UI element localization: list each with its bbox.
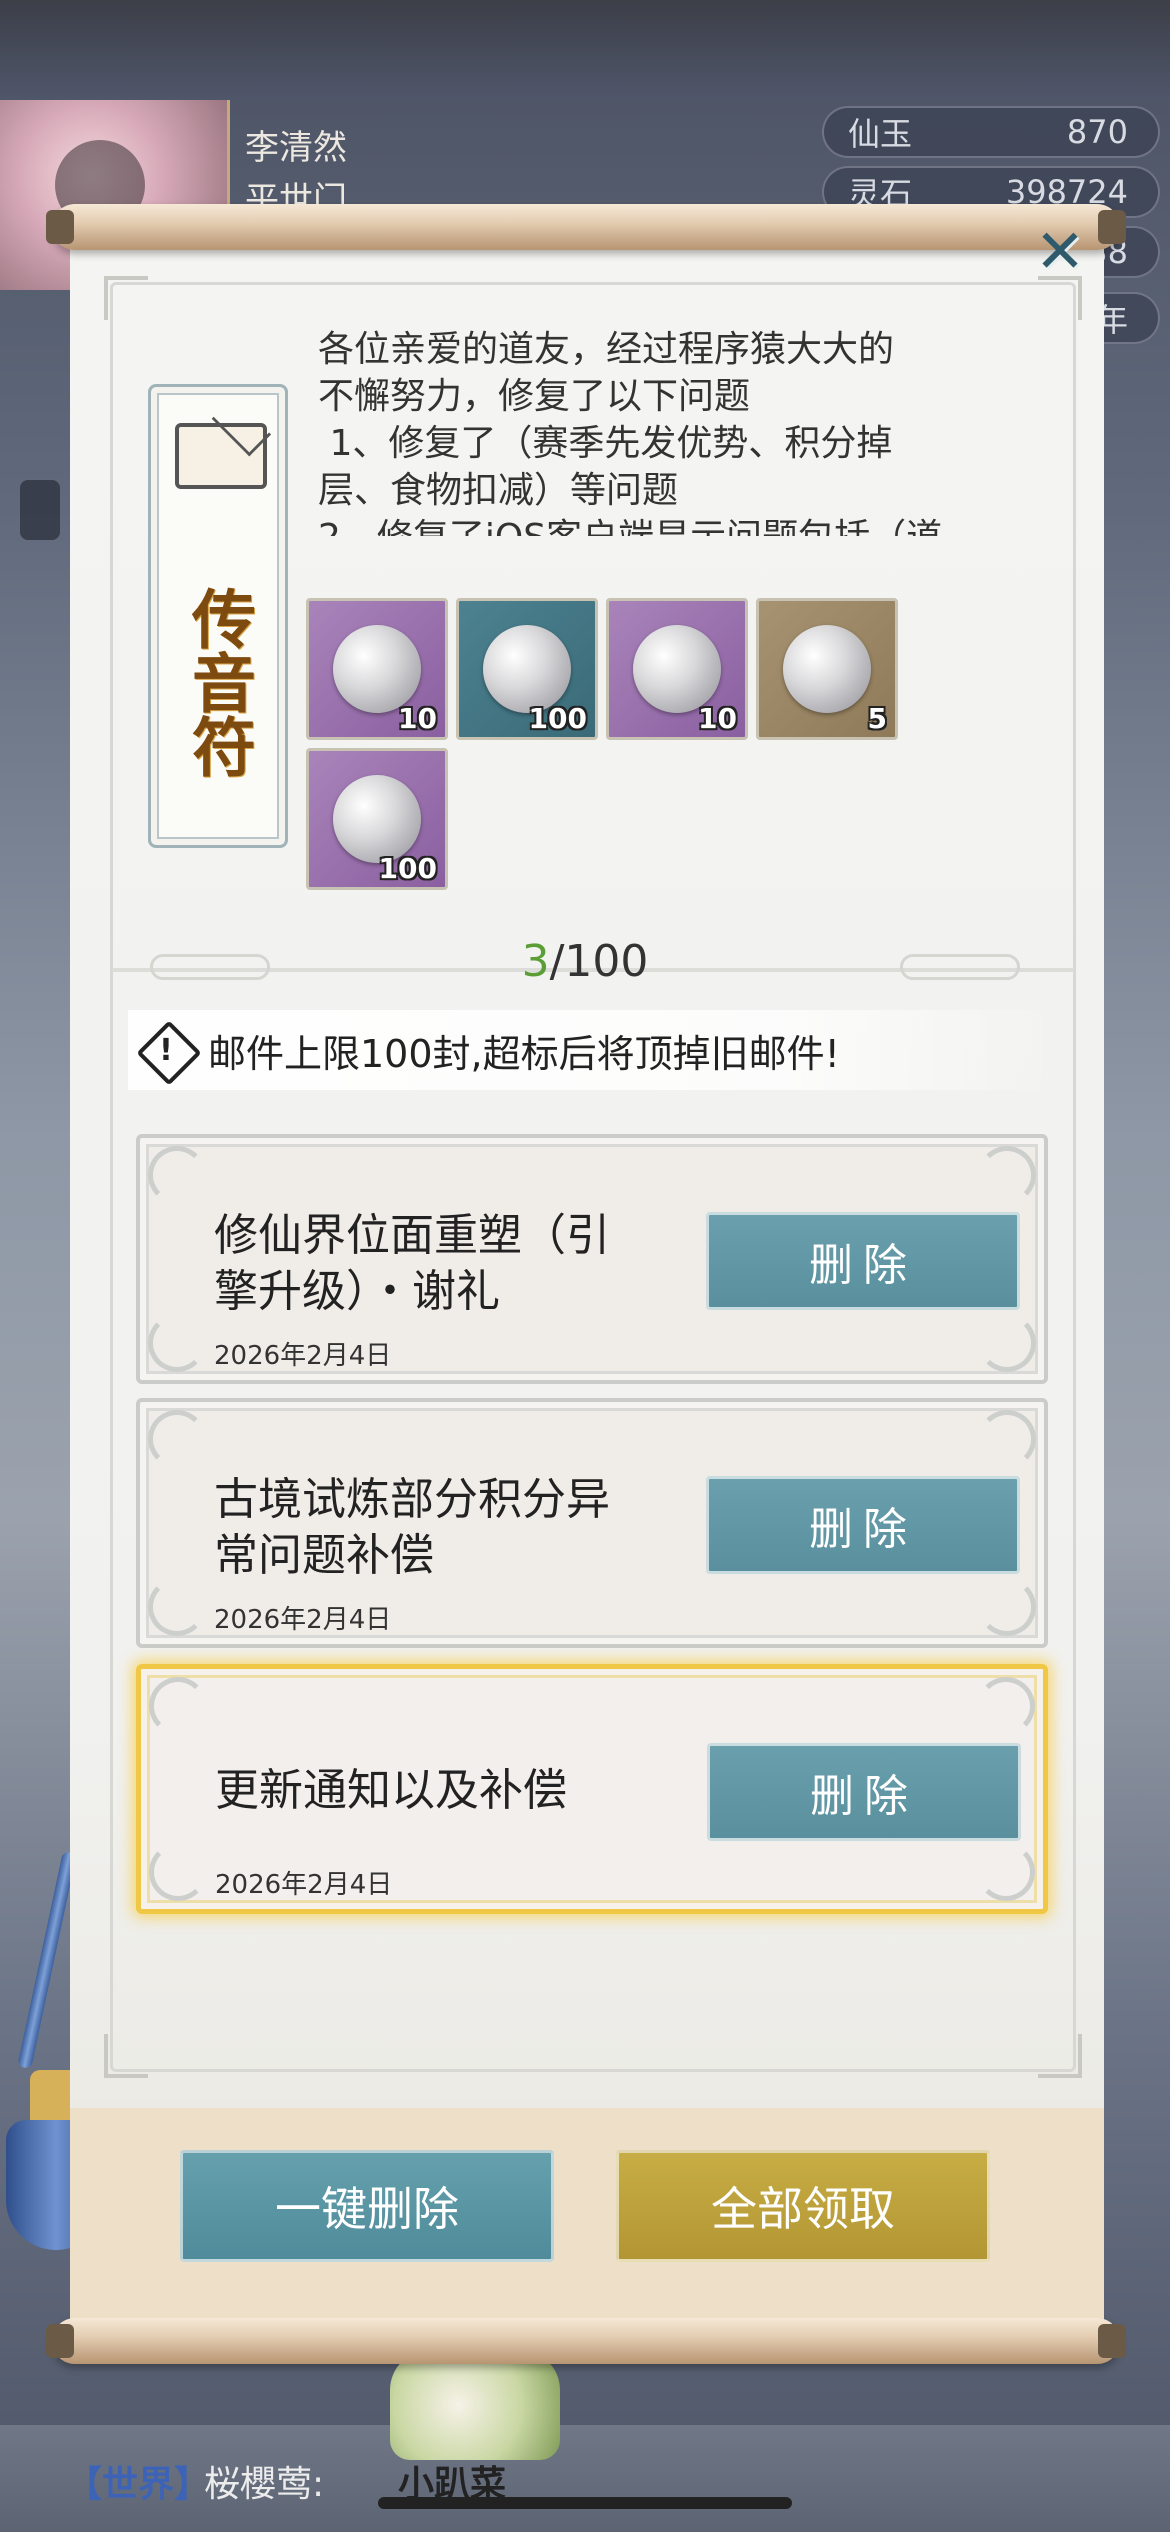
delete-mail-button[interactable]: 删除	[706, 1212, 1020, 1310]
mail-count: 3/100	[0, 936, 1170, 987]
resource-label: 仙玉	[848, 115, 913, 153]
mail-title: 修仙界位面重塑（引擎升级）・谢礼	[214, 1210, 610, 1317]
item-quantity: 10	[698, 702, 737, 735]
mail-list-item[interactable]: 修仙界位面重塑（引擎升级）・谢礼 2026年2月4日 删除	[136, 1134, 1048, 1384]
mail-body-text[interactable]: 各位亲爱的道友，经过程序猿大大的 不懈努力，修复了以下问题 1、修复了（赛季先发…	[318, 326, 1018, 536]
hourglass-icon	[783, 625, 871, 713]
mail-date: 2026年2月4日	[214, 1605, 392, 1635]
silver-wing-emblem-icon	[483, 625, 571, 713]
mail-list-item-selected[interactable]: 更新通知以及补偿 2026年2月4日 删除	[136, 1664, 1048, 1914]
item-quantity: 10	[398, 702, 437, 735]
attachment-item[interactable]: 10	[606, 598, 748, 740]
item-quantity: 5	[867, 702, 887, 735]
talisman-label: 传音符	[181, 586, 256, 778]
mail-count-max: /100	[549, 936, 649, 987]
talisman-card: 传音符	[148, 384, 288, 848]
delete-mail-button[interactable]: 删除	[707, 1743, 1021, 1841]
close-button[interactable]: ✕	[1028, 220, 1092, 284]
mail-title: 更新通知以及补偿	[215, 1765, 567, 1816]
top-background	[0, 0, 1170, 100]
warning-text: 邮件上限100封,超标后将顶掉旧邮件!	[208, 1031, 840, 1076]
resource-xianyu[interactable]: 仙玉 870	[822, 106, 1160, 158]
chat-username[interactable]: 桜櫻莺:	[204, 2455, 324, 2507]
item-quantity: 100	[528, 702, 587, 735]
player-name: 李清然	[245, 128, 347, 168]
silver-pendant-icon	[633, 625, 721, 713]
scroll-top-rod	[46, 204, 1126, 250]
frame-corner	[104, 2034, 148, 2078]
mail-date: 2026年2月4日	[215, 1870, 393, 1900]
frame-corner	[1038, 2034, 1082, 2078]
mail-date: 2026年2月4日	[214, 1341, 392, 1371]
attachment-item[interactable]: 100	[456, 598, 598, 740]
attachment-item[interactable]: 5	[756, 598, 898, 740]
envelope-icon	[175, 423, 267, 489]
mail-title: 古境试炼部分积分异常问题补偿	[214, 1474, 610, 1581]
warning-icon: !	[138, 1022, 194, 1078]
chat-sticker-image	[390, 2350, 560, 2460]
silver-feather-icon	[333, 775, 421, 863]
attachment-item[interactable]: 10	[306, 598, 448, 740]
scroll-bottom-rod	[46, 2318, 1126, 2364]
item-quantity: 100	[378, 852, 437, 885]
jade-token-icon	[333, 625, 421, 713]
frame-corner	[104, 276, 148, 320]
delete-all-button[interactable]: 一键删除	[180, 2150, 554, 2262]
side-arrow-left[interactable]	[20, 480, 60, 540]
resource-value: 870	[1066, 113, 1128, 151]
close-icon: ✕	[1034, 217, 1086, 287]
mail-list-item[interactable]: 古境试炼部分积分异常问题补偿 2026年2月4日 删除	[136, 1398, 1048, 1648]
claim-all-button[interactable]: 全部领取	[616, 2150, 990, 2262]
home-indicator[interactable]	[378, 2497, 792, 2509]
attachment-item[interactable]: 100	[306, 748, 448, 890]
mail-count-current: 3	[521, 936, 550, 987]
mail-limit-warning: ! 邮件上限100封,超标后将顶掉旧邮件!	[128, 1010, 1056, 1090]
chat-channel: 【世界】	[66, 2464, 211, 2505]
delete-mail-button[interactable]: 删除	[706, 1476, 1020, 1574]
